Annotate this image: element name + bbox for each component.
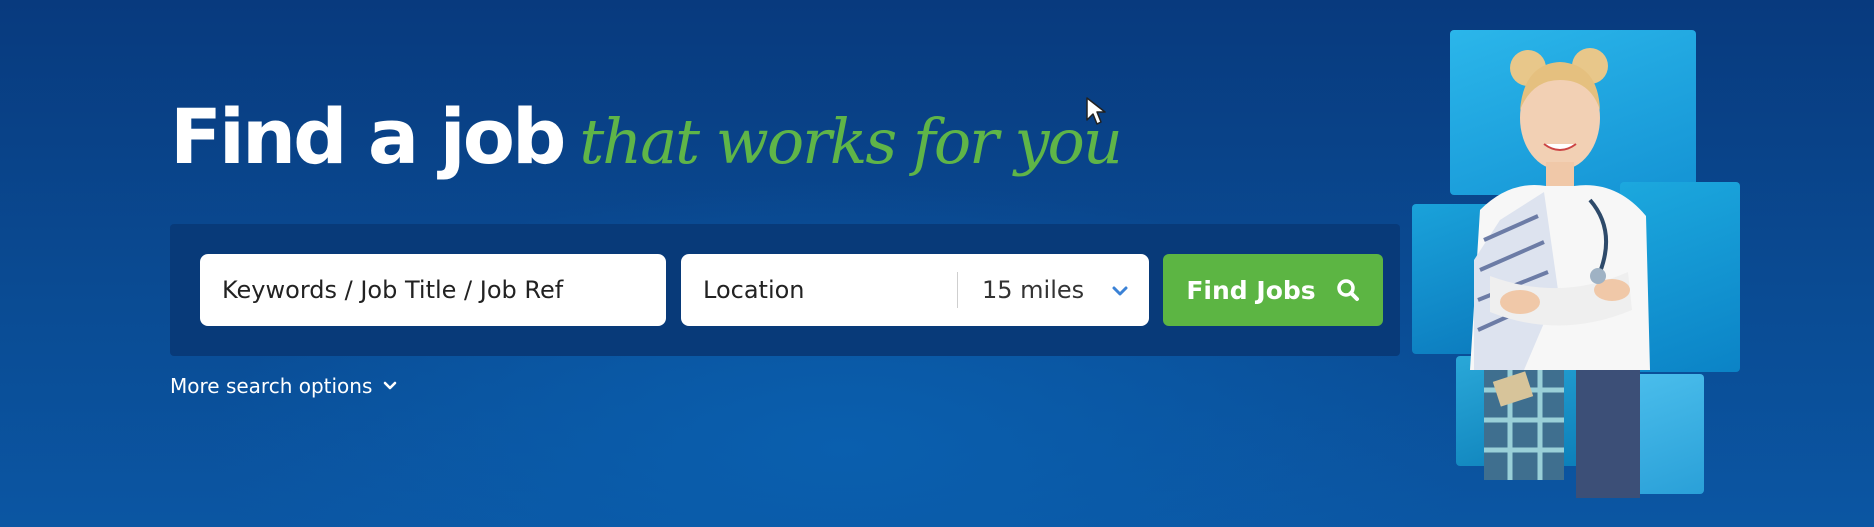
search-icon bbox=[1336, 279, 1359, 301]
find-jobs-button[interactable]: Find Jobs bbox=[1163, 254, 1383, 326]
keywords-placeholder: Keywords / Job Title / Job Ref bbox=[222, 276, 564, 304]
radius-selected-value: 15 miles bbox=[982, 276, 1085, 304]
more-search-options-label: More search options bbox=[170, 374, 373, 398]
radius-select[interactable]: 15 miles bbox=[958, 254, 1149, 326]
job-search-panel: Keywords / Job Title / Job Ref Location … bbox=[170, 224, 1400, 356]
worker-photo bbox=[1470, 48, 1650, 498]
hero-title-main: Find a job bbox=[170, 92, 566, 181]
chevron-down-icon bbox=[1112, 286, 1128, 296]
location-field-group: Location 15 miles bbox=[681, 254, 1149, 326]
hero-image-collage bbox=[1410, 30, 1740, 500]
chevron-down-icon bbox=[384, 381, 397, 390]
hero-title-accent: that works for you bbox=[579, 105, 1122, 178]
mouse-cursor-icon bbox=[1086, 97, 1106, 125]
keywords-input[interactable]: Keywords / Job Title / Job Ref bbox=[200, 254, 666, 326]
more-search-options-link[interactable]: More search options bbox=[170, 374, 398, 398]
find-jobs-label: Find Jobs bbox=[1186, 275, 1316, 305]
location-input[interactable]: Location bbox=[703, 254, 933, 326]
hero-title: Find a job that works for you bbox=[170, 92, 1123, 181]
